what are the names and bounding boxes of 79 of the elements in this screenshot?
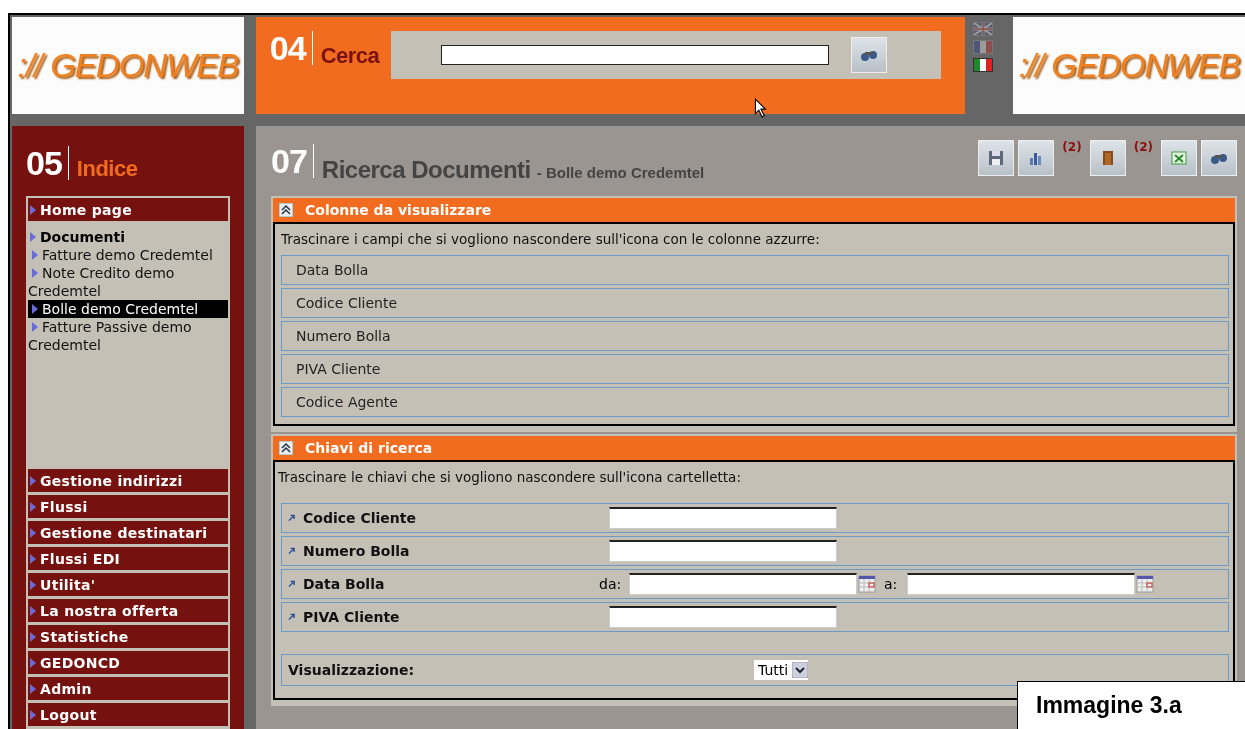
section-number: 05 xyxy=(26,146,69,180)
tree-item[interactable]: Fatture Passive demo Credemtel xyxy=(28,318,228,354)
logo: :// GEDONWEB xyxy=(12,17,244,114)
link-arrow-icon xyxy=(288,547,295,555)
calendar-icon[interactable] xyxy=(1136,575,1155,593)
field-label: Codice Cliente xyxy=(303,510,417,526)
link-arrow-icon xyxy=(288,514,295,522)
arrow-icon xyxy=(30,553,36,564)
section-title: Indice xyxy=(76,156,138,182)
tree-item[interactable]: Fatture demo Credemtel xyxy=(28,246,228,264)
field-label: Visualizzazione: xyxy=(288,662,416,678)
arrow-icon xyxy=(30,579,36,590)
dropdown-arrow-icon[interactable] xyxy=(792,662,809,678)
arrow-icon xyxy=(30,605,36,616)
calendar-icon[interactable] xyxy=(858,575,876,593)
section-title: Cerca xyxy=(320,43,380,69)
input-field[interactable] xyxy=(609,540,837,562)
count-label: (2) xyxy=(1133,140,1153,154)
folder-button[interactable] xyxy=(1089,140,1126,176)
excel-button[interactable] xyxy=(1161,140,1197,176)
page-title: Ricerca Documenti xyxy=(321,156,531,184)
tree-item[interactable]: Bolle demo Credemtel xyxy=(28,300,228,318)
column-item[interactable]: Data Bolla xyxy=(281,255,1229,285)
column-item[interactable]: Numero Bolla xyxy=(281,321,1229,351)
column-item[interactable]: PIVA Cliente xyxy=(281,354,1229,384)
spreadsheet-icon xyxy=(1169,148,1189,168)
chart-button[interactable] xyxy=(1018,140,1055,176)
field-label: a: xyxy=(884,576,898,592)
language-flag[interactable] xyxy=(973,58,994,72)
menu-item[interactable]: Statistiche xyxy=(28,625,228,651)
collapse-icon[interactable] xyxy=(279,203,293,217)
field-label: Numero Bolla xyxy=(303,543,411,559)
menu-item[interactable]: Home page xyxy=(28,198,228,224)
display-select[interactable]: Tutti xyxy=(754,660,809,680)
arrow-icon xyxy=(30,657,36,668)
menu-item[interactable]: GEDONCD xyxy=(28,651,228,677)
date-field[interactable] xyxy=(907,573,1136,595)
search-button[interactable] xyxy=(851,37,888,73)
menu-item[interactable]: Flussi xyxy=(28,495,228,521)
link-arrow-icon xyxy=(288,580,295,588)
tree-item[interactable]: Documenti xyxy=(28,228,228,246)
arrow-icon xyxy=(30,475,36,486)
menu-item[interactable]: Utilita' xyxy=(28,573,228,599)
section-number: 04 xyxy=(269,31,313,65)
save-button[interactable] xyxy=(978,140,1015,176)
search-field[interactable] xyxy=(441,45,830,65)
menu-item[interactable]: Flussi EDI xyxy=(28,547,228,573)
menu-item[interactable]: Admin xyxy=(28,677,228,703)
page-subtitle: - Bolle demo Credemtel xyxy=(536,164,705,181)
tree-item[interactable]: Note Credito demo Credemtel xyxy=(28,264,228,300)
column-item[interactable]: Codice Agente xyxy=(281,387,1229,417)
section-title: Chiavi di ricerca xyxy=(305,440,433,456)
cursor-icon xyxy=(753,98,768,118)
menu-item[interactable]: Gestione destinatari xyxy=(28,521,228,547)
input-field[interactable] xyxy=(609,606,837,628)
date-field[interactable] xyxy=(629,573,857,595)
arrow-icon xyxy=(30,683,36,694)
section-number: 07 xyxy=(271,144,314,178)
collapse-icon[interactable] xyxy=(279,441,293,455)
link-arrow-icon xyxy=(288,613,295,621)
search-button[interactable] xyxy=(1201,140,1237,176)
logo: :// GEDONWEB xyxy=(1013,17,1245,114)
figure-caption: Immagine 3.a xyxy=(1017,681,1245,729)
count-label: (2) xyxy=(1062,140,1082,154)
menu-item[interactable]: La nostra offerta xyxy=(28,599,228,625)
menu-item[interactable]: Gestione indirizzi xyxy=(28,469,228,495)
section-title: Colonne da visualizzare xyxy=(305,202,492,218)
arrow-icon xyxy=(30,527,36,538)
arrow-icon xyxy=(30,204,36,215)
menu-item[interactable]: Logout xyxy=(28,703,228,729)
field-label: da: xyxy=(599,576,619,592)
input-field[interactable] xyxy=(609,507,837,529)
field-label: PIVA Cliente xyxy=(303,609,401,625)
column-item[interactable]: Codice Cliente xyxy=(281,288,1229,318)
instructions: Trascinare i campi che si vogliono nascondere sull'icona con le colonne azzurre: xyxy=(281,231,821,247)
instructions: Trascinare le chiavi che si vogliono nascondere sull'icona cartelletta: xyxy=(278,469,742,485)
arrow-icon xyxy=(30,501,36,512)
arrow-icon xyxy=(30,709,36,720)
arrow-icon xyxy=(30,631,36,642)
